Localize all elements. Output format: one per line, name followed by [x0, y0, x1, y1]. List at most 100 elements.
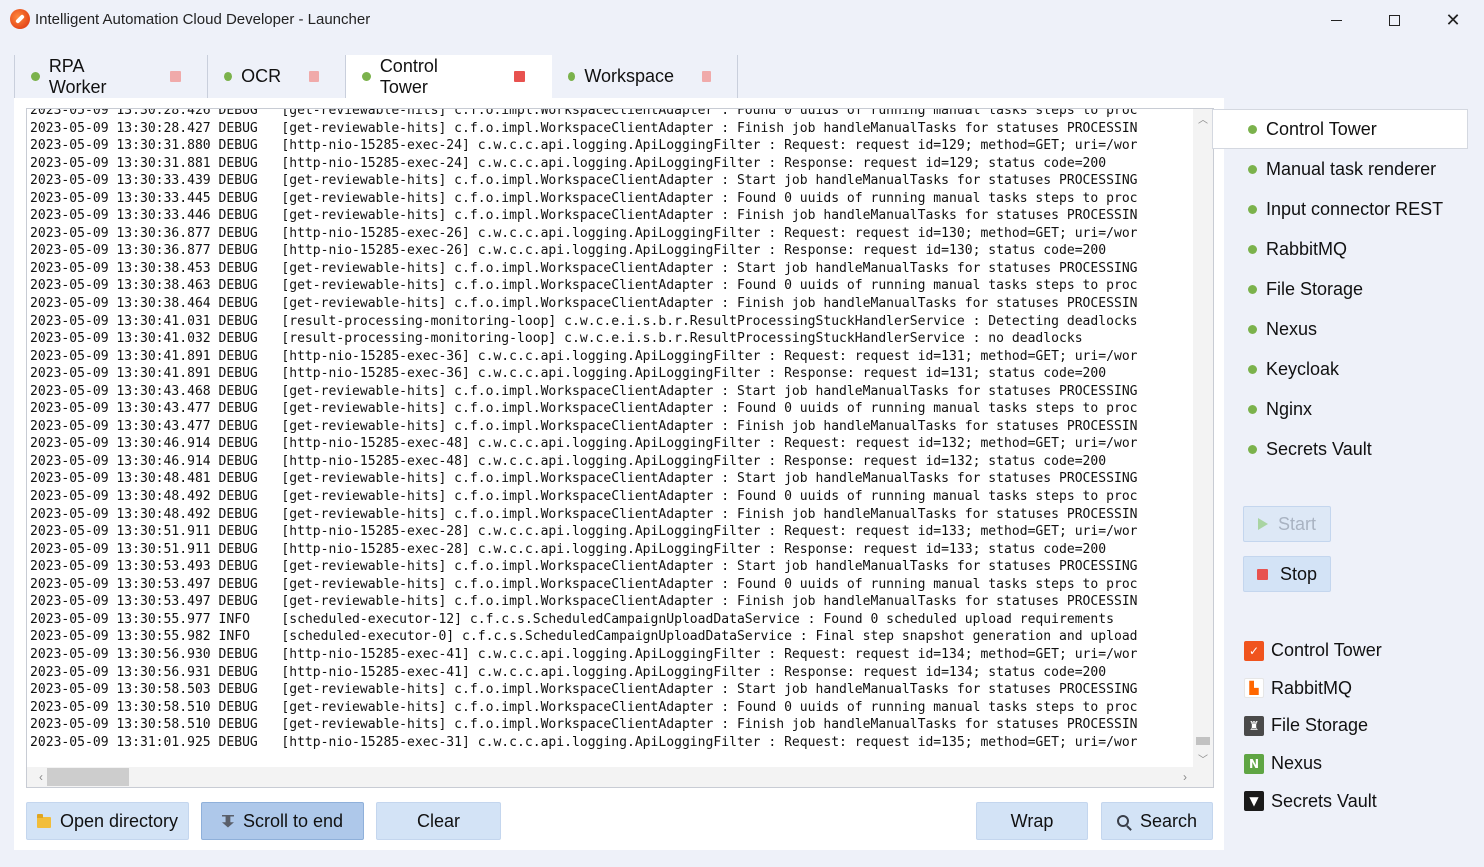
service-label: Secrets Vault — [1266, 438, 1372, 459]
log-line: 2023-05-09 13:30:48.492 DEBUG [get-revie… — [30, 506, 1138, 522]
minimize-button[interactable] — [1307, 0, 1365, 40]
stop-button[interactable]: Stop — [1243, 556, 1331, 592]
vertical-scroll-thumb[interactable] — [1196, 737, 1210, 745]
rabbitmq-icon: ▙ — [1244, 678, 1264, 699]
log-view[interactable]: 2023-05-09 13:30:28.426 DEBUG [get-revie… — [26, 108, 1214, 788]
stop-icon — [1257, 568, 1268, 580]
log-line: 2023-05-09 13:30:46.914 DEBUG [http-nio-… — [30, 453, 1107, 469]
status-dot-icon — [1248, 324, 1257, 334]
stop-tab-icon[interactable] — [170, 71, 181, 82]
scroll-down-icon[interactable]: ﹀ — [1193, 749, 1213, 767]
log-line: 2023-05-09 13:30:33.439 DEBUG [get-revie… — [30, 173, 1138, 189]
play-icon — [1258, 518, 1268, 530]
clear-label: Clear — [416, 810, 460, 831]
status-dot-icon — [1248, 284, 1257, 294]
log-line: 2023-05-09 13:30:41.891 DEBUG [http-nio-… — [30, 366, 1107, 382]
service-item-file-storage[interactable]: File Storage — [1212, 269, 1468, 309]
secrets-vault-icon: ▼ — [1244, 791, 1264, 812]
log-line: 2023-05-09 13:30:55.982 INFO [scheduled-… — [30, 629, 1138, 645]
search-label: Search — [1139, 810, 1198, 831]
link-file-storage[interactable]: ♜ File Storage — [1244, 707, 1382, 745]
link-rabbitmq[interactable]: ▙ RabbitMQ — [1244, 670, 1382, 708]
tab-label: Control Tower — [379, 55, 438, 97]
log-line: 2023-05-09 13:30:46.914 DEBUG [http-nio-… — [30, 436, 1138, 452]
tab-label: RPA Worker — [48, 55, 107, 97]
log-line: 2023-05-09 13:30:43.477 DEBUG [get-revie… — [30, 401, 1138, 417]
log-line: 2023-05-09 13:30:53.497 DEBUG [get-revie… — [30, 576, 1138, 592]
maximize-button[interactable] — [1365, 0, 1423, 40]
stop-tab-icon[interactable] — [309, 71, 319, 82]
scroll-right-icon[interactable]: › — [1175, 767, 1195, 787]
log-line: 2023-05-09 13:30:31.881 DEBUG [http-nio-… — [30, 155, 1107, 171]
maximize-icon — [1388, 14, 1400, 26]
link-control-tower[interactable]: ✓ Control Tower — [1244, 632, 1382, 670]
log-line: 2023-05-09 13:30:58.503 DEBUG [get-revie… — [30, 682, 1138, 698]
wrap-button[interactable]: Wrap — [976, 802, 1088, 840]
close-button[interactable]: ✕ — [1424, 0, 1482, 40]
log-line: 2023-05-09 13:30:56.930 DEBUG [http-nio-… — [30, 646, 1138, 662]
control-tower-icon: ✓ — [1244, 640, 1264, 661]
status-dot-icon — [1248, 124, 1257, 134]
scroll-to-end-button[interactable]: Scroll to end — [201, 802, 364, 840]
stop-tab-icon[interactable] — [702, 71, 711, 82]
scroll-to-end-icon — [221, 814, 234, 828]
tab-control-tower[interactable]: Control Tower — [346, 55, 552, 98]
log-line: 2023-05-09 13:30:41.891 DEBUG [http-nio-… — [30, 348, 1138, 364]
log-line: 2023-05-09 13:30:38.453 DEBUG [get-revie… — [30, 260, 1138, 276]
link-label: Nexus — [1271, 753, 1323, 774]
log-line: 2023-05-09 13:31:01.925 DEBUG [http-nio-… — [30, 734, 1138, 750]
status-dot-icon — [1248, 164, 1257, 174]
service-item-input-connector-rest[interactable]: Input connector REST — [1212, 189, 1468, 229]
service-item-nginx[interactable]: Nginx — [1212, 389, 1468, 429]
service-label: Nginx — [1266, 398, 1313, 419]
link-nexus[interactable]: N Nexus — [1244, 745, 1382, 783]
service-item-secrets-vault[interactable]: Secrets Vault — [1212, 429, 1468, 469]
log-line: 2023-05-09 13:30:55.977 INFO [scheduled-… — [30, 611, 1114, 627]
clear-button[interactable]: Clear — [376, 802, 501, 840]
minimize-icon — [1330, 19, 1342, 21]
log-line: 2023-05-09 13:30:33.446 DEBUG [get-revie… — [30, 208, 1138, 224]
log-lines: 2023-05-09 13:30:28.426 DEBUG [get-revie… — [30, 109, 1193, 762]
open-directory-button[interactable]: Open directory — [26, 802, 189, 840]
link-secrets-vault[interactable]: ▼ Secrets Vault — [1244, 782, 1382, 820]
service-label: Control Tower — [1266, 118, 1377, 139]
log-line: 2023-05-09 13:30:28.427 DEBUG [get-revie… — [30, 120, 1138, 136]
tab-rpa-worker[interactable]: RPA Worker — [14, 55, 208, 98]
log-line: 2023-05-09 13:30:53.497 DEBUG [get-revie… — [30, 594, 1138, 610]
close-icon: ✕ — [1445, 10, 1461, 30]
log-line: 2023-05-09 13:30:58.510 DEBUG [get-revie… — [30, 699, 1138, 715]
log-line: 2023-05-09 13:30:41.032 DEBUG [result-pr… — [30, 331, 1083, 347]
service-item-control-tower[interactable]: Control Tower — [1212, 109, 1468, 149]
service-item-nexus[interactable]: Nexus — [1212, 309, 1468, 349]
horizontal-scroll-thumb[interactable] — [47, 768, 129, 786]
file-storage-icon: ♜ — [1244, 715, 1264, 736]
link-label: RabbitMQ — [1271, 677, 1353, 698]
service-label: Manual task renderer — [1266, 158, 1437, 179]
vertical-scrollbar[interactable]: ︿ ﹀ — [1193, 109, 1213, 767]
search-button[interactable]: Search — [1101, 802, 1213, 840]
folder-icon — [36, 813, 51, 828]
log-line: 2023-05-09 13:30:43.477 DEBUG [get-revie… — [30, 418, 1138, 434]
tab-label: Workspace — [584, 66, 675, 86]
stop-label: Stop — [1280, 563, 1318, 584]
service-item-manual-task-renderer[interactable]: Manual task renderer — [1212, 149, 1468, 189]
tab-ocr[interactable]: OCR — [208, 55, 346, 98]
horizontal-scrollbar[interactable]: ‹ › — [27, 767, 1195, 787]
status-dot-icon — [1248, 404, 1257, 414]
service-item-keycloak[interactable]: Keycloak — [1212, 349, 1468, 389]
tab-workspace[interactable]: Workspace — [552, 55, 738, 98]
log-line: 2023-05-09 13:30:48.492 DEBUG [get-revie… — [30, 489, 1138, 505]
status-dot-icon — [224, 72, 233, 81]
start-button[interactable]: Start — [1243, 506, 1331, 542]
scroll-up-icon[interactable]: ︿ — [1193, 109, 1213, 127]
search-icon — [1116, 815, 1129, 827]
service-item-rabbitmq[interactable]: RabbitMQ — [1212, 229, 1468, 269]
log-line: 2023-05-09 13:30:58.510 DEBUG [get-revie… — [30, 717, 1138, 733]
status-dot-icon — [568, 72, 576, 81]
stop-tab-icon[interactable] — [514, 71, 525, 82]
log-panel: 2023-05-09 13:30:28.426 DEBUG [get-revie… — [14, 98, 1224, 850]
app-logo-icon — [10, 9, 30, 29]
log-line: 2023-05-09 13:30:36.877 DEBUG [http-nio-… — [30, 225, 1138, 241]
start-label: Start — [1278, 513, 1317, 534]
status-dot-icon — [1248, 244, 1257, 254]
